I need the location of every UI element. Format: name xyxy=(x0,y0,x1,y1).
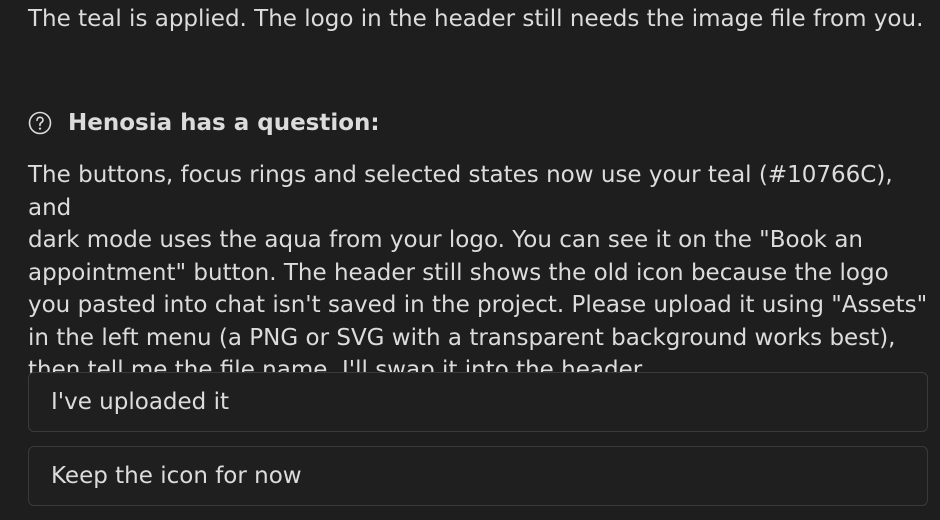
question-body-line: appointment" button. The header still sh… xyxy=(28,259,889,286)
assistant-message: The teal is applied. The logo in the hea… xyxy=(28,3,928,36)
intro-text: The teal is applied. The logo in the hea… xyxy=(28,6,924,32)
question-header: Henosia has a question: xyxy=(28,106,380,140)
option-label: Keep the icon for now xyxy=(51,463,302,489)
question-title: Henosia has a question: xyxy=(68,110,380,136)
question-body-line: in the left menu (a PNG or SVG with a tr… xyxy=(28,324,896,351)
help-circle-icon xyxy=(28,111,52,135)
option-keep-icon-button[interactable]: Keep the icon for now xyxy=(28,446,928,506)
option-uploaded-button[interactable]: I've uploaded it xyxy=(28,372,928,432)
question-body: The buttons, focus rings and selected st… xyxy=(28,159,928,387)
question-body-line: dark mode uses the aqua from your logo. … xyxy=(28,227,863,253)
option-label: I've uploaded it xyxy=(51,389,229,415)
question-body-line: The buttons, focus rings and selected st… xyxy=(28,162,893,221)
question-body-line: you pasted into chat isn't saved in the … xyxy=(28,292,928,318)
